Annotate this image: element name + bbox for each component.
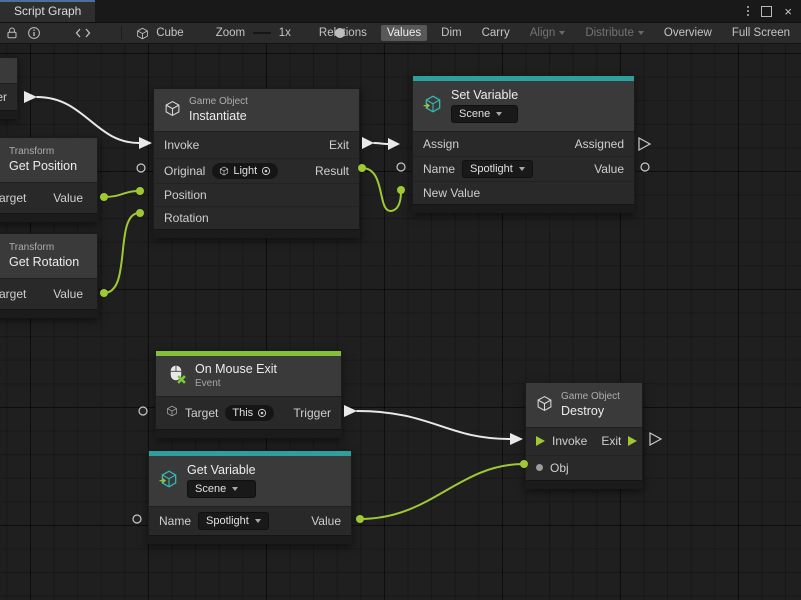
tab-bar: Script Graph × [0,0,801,22]
node-title: Get Rotation [9,256,79,269]
port-label-trigger: Trigger [0,90,7,104]
cube-icon [219,166,229,176]
port-label-invoke: Invoke [164,138,199,152]
port-label-position: Position [164,188,207,202]
target-icon[interactable] [261,166,271,176]
caret-down-icon [519,167,525,171]
node-offscreen-event[interactable]: Trigger [0,57,18,119]
port-label-target: Target [0,191,26,205]
values-button[interactable]: Values [381,25,427,41]
variable-icon [423,94,443,117]
graph-canvas[interactable]: Trigger Transform Get Position Target Va… [0,44,801,600]
object-picker-value: Light [233,164,257,178]
caret-down-icon [496,112,502,116]
distribute-button[interactable]: Distribute [579,25,650,41]
kebab-menu-icon[interactable] [747,6,749,16]
port-label-rotation: Rotation [164,211,209,225]
target-icon[interactable] [257,408,267,418]
node-category: Transform [9,147,77,157]
node-category: Game Object [561,392,620,402]
port-label-value: Value [311,514,341,528]
distribute-label: Distribute [585,27,634,39]
port-label-value: Value [53,191,83,205]
gameobject-cube-icon [536,395,553,415]
port-label-target: Target [0,287,26,301]
object-picker-value: This [232,406,253,420]
script-graph-window: Script Graph × Cube Zoom 1x Rel [0,0,801,600]
node-get-position[interactable]: Transform Get Position Target Value [0,137,98,222]
port-label-obj: Obj [550,461,569,475]
variable-name-value: Spotlight [206,514,249,528]
port-label-invoke: Invoke [552,434,587,448]
zoom-slider[interactable] [253,26,271,40]
port-label-assigned: Assigned [575,137,624,151]
carry-button[interactable]: Carry [476,25,516,41]
node-on-mouse-exit[interactable]: On Mouse Exit Event Target This Trigger [155,350,342,438]
gameobject-cube-icon [164,100,181,120]
node-subtitle: Event [195,379,277,389]
node-get-variable[interactable]: Get Variable Scene Name Spotlight Value [148,450,352,544]
gameobject-cube-icon [166,405,178,420]
maximize-icon[interactable] [761,6,772,17]
caret-down-icon [638,31,644,35]
lock-icon[interactable] [5,25,19,41]
cube-icon [133,25,151,41]
control-port-out-icon[interactable] [628,436,637,446]
align-button[interactable]: Align [524,25,572,41]
node-title: On Mouse Exit [195,363,277,376]
port-label-assign: Assign [423,137,459,151]
node-category: Game Object [189,97,248,107]
graph-toolbar: Cube Zoom 1x Relations Values Dim Carry … [0,22,801,44]
port-label-value: Value [53,287,83,301]
target-object-label: Cube [156,27,184,39]
tab-title: Script Graph [14,4,81,18]
code-icon[interactable] [75,25,91,41]
node-title: Destroy [561,405,620,418]
full-screen-button[interactable]: Full Screen [726,25,796,41]
object-picker-this[interactable]: This [225,405,274,421]
variable-icon [159,469,179,492]
caret-down-icon [559,31,565,35]
mouse-event-icon [166,364,187,388]
variable-name-dropdown[interactable]: Spotlight [198,512,269,530]
port-label-original: Original [164,164,205,178]
node-title: Instantiate [189,110,248,123]
variable-kind-dropdown[interactable]: Scene [451,105,518,123]
overview-button[interactable]: Overview [658,25,718,41]
zoom-value: 1x [279,27,291,39]
zoom-label: Zoom [216,27,245,39]
port-label-name: Name [159,514,191,528]
object-picker-light[interactable]: Light [212,163,278,179]
caret-down-icon [255,519,261,523]
port-label-name: Name [423,162,455,176]
variable-kind-value: Scene [459,107,490,121]
port-label-result: Result [315,164,349,178]
port-label-value: Value [594,162,624,176]
node-get-rotation[interactable]: Transform Get Rotation Target Value [0,233,98,318]
variable-name-value: Spotlight [470,162,513,176]
align-label: Align [530,27,556,39]
port-label-exit: Exit [329,138,349,152]
node-destroy[interactable]: Game Object Destroy Invoke Exit Obj [525,382,643,489]
node-title: Get Position [9,160,77,173]
node-set-variable[interactable]: Set Variable Scene Assign Assigned Name … [412,75,635,213]
port-label-exit: Exit [601,434,621,448]
close-icon[interactable]: × [784,5,792,18]
info-icon[interactable] [27,25,41,41]
node-category: Transform [9,243,79,253]
node-instantiate[interactable]: Game Object Instantiate Invoke Exit Orig… [153,88,360,238]
value-port-icon[interactable] [536,464,543,471]
port-label-trigger: Trigger [293,406,331,420]
dim-button[interactable]: Dim [435,25,467,41]
variable-name-dropdown[interactable]: Spotlight [462,160,533,178]
port-label-target: Target [185,406,218,420]
node-title: Set Variable [451,89,518,102]
variable-kind-value: Scene [195,482,226,496]
node-title: Get Variable [187,464,256,477]
tab-script-graph[interactable]: Script Graph [0,0,95,22]
caret-down-icon [232,487,238,491]
port-label-new-value: New Value [423,186,480,200]
variable-kind-dropdown[interactable]: Scene [187,480,256,498]
control-port-in-icon[interactable] [536,436,545,446]
